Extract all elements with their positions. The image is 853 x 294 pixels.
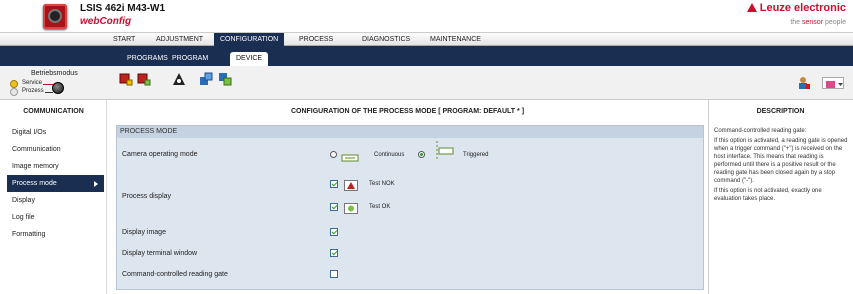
desc-paragraph-2: If this option is not activated, exactly… xyxy=(714,188,822,202)
mode-switch-knob[interactable] xyxy=(52,82,64,94)
top-navigation: START ADJUSTMENT CONFIGURATION PROCESS D… xyxy=(0,32,853,46)
triggered-icon xyxy=(432,140,456,167)
sidebar-item-image-memory[interactable]: Image memory xyxy=(7,158,104,175)
test-ok-checkbox[interactable] xyxy=(330,203,338,211)
sidebar-item-log-file[interactable]: Log file xyxy=(7,209,104,226)
download-button[interactable] xyxy=(218,72,232,86)
download-icon xyxy=(219,73,232,86)
nav-process[interactable]: PROCESS xyxy=(293,33,339,46)
test-ok-icon xyxy=(344,201,358,219)
continuous-label: Continuous xyxy=(374,152,405,158)
test-nok-label: Test NOK xyxy=(369,181,395,187)
process-label: Prozess xyxy=(22,88,44,94)
nav-start[interactable]: START xyxy=(107,33,141,46)
brand-logo: Leuze electronic xyxy=(746,2,846,14)
tab-program[interactable]: PROGRAM xyxy=(166,52,214,66)
camera-mode-label: Camera operating mode xyxy=(122,151,198,158)
sidebar-item-communication[interactable]: Communication xyxy=(7,141,104,158)
continuous-radio[interactable] xyxy=(330,151,337,158)
brand-tagline: the sensor people xyxy=(790,19,846,26)
process-display-label: Process display xyxy=(122,193,172,200)
save-to-device-button[interactable] xyxy=(119,72,133,86)
cmd-gate-checkbox[interactable] xyxy=(330,270,338,278)
triggered-label: Triggered xyxy=(463,152,489,158)
user-icon xyxy=(799,77,810,89)
process-mode-section: PROCESS MODE Camera operating mode Conti… xyxy=(116,125,704,290)
upload-icon xyxy=(200,72,213,85)
test-nok-checkbox[interactable] xyxy=(330,180,338,188)
nav-adjustment[interactable]: ADJUSTMENT xyxy=(150,33,209,46)
sub-navigation: PROGRAMS PROGRAM DEVICE xyxy=(0,46,853,66)
desc-heading: Command-controlled reading gate: xyxy=(714,128,807,134)
continuous-icon xyxy=(341,149,359,167)
warning-icon xyxy=(173,73,185,85)
process-led-icon xyxy=(10,88,18,96)
load-device-icon xyxy=(137,73,151,86)
tab-device[interactable]: DEVICE xyxy=(230,52,269,66)
sidebar-item-digital-ios[interactable]: Digital I/Os xyxy=(7,124,104,141)
triggered-radio[interactable] xyxy=(418,151,425,158)
load-from-device-button[interactable] xyxy=(137,72,151,86)
device-icon xyxy=(43,4,67,29)
sidebar-item-display[interactable]: Display xyxy=(7,192,104,209)
warning-button[interactable] xyxy=(172,72,186,86)
sidebar-item-formatting[interactable]: Formatting xyxy=(7,226,104,243)
process-line xyxy=(45,92,53,93)
service-label: Service xyxy=(22,80,43,86)
display-terminal-checkbox[interactable] xyxy=(330,249,338,257)
language-dropdown[interactable] xyxy=(822,77,844,89)
user-button[interactable] xyxy=(797,76,811,90)
left-panel-title: COMMUNICATION xyxy=(23,108,84,115)
toolbar: Betriebsmodus Service Prozess xyxy=(0,66,853,100)
app-name: webConfig xyxy=(80,16,132,27)
tagline-prefix: the xyxy=(790,19,803,26)
cmd-gate-label: Command-controlled reading gate xyxy=(122,271,228,278)
test-ok-label: Test OK xyxy=(369,204,391,210)
desc-paragraph-1: If this option is activated, a reading g… xyxy=(714,138,848,184)
device-name: LSIS 462i M43-W1 xyxy=(80,3,166,14)
left-nav-list: Digital I/Os Communication Image memory … xyxy=(7,124,104,243)
header: LSIS 462i M43-W1 webConfig Leuze electro… xyxy=(0,0,853,32)
app-window: { "header": { "device_name": "LSIS 462i … xyxy=(0,0,853,294)
upload-button[interactable] xyxy=(199,72,213,86)
description-title: DESCRIPTION xyxy=(756,108,805,115)
brand-name: Leuze electronic xyxy=(759,2,846,14)
service-led-icon xyxy=(10,80,18,88)
leuze-triangle-icon xyxy=(746,3,757,12)
section-header: PROCESS MODE xyxy=(117,126,703,138)
display-terminal-label: Display terminal window xyxy=(122,250,198,257)
nav-maintenance[interactable]: MAINTENANCE xyxy=(424,33,487,46)
center-panel-title: CONFIGURATION OF THE PROCESS MODE [ PROG… xyxy=(290,108,525,115)
description-text: Command-controlled reading gate: If this… xyxy=(714,127,850,205)
save-device-icon xyxy=(119,73,133,86)
nav-diagnostics[interactable]: DIAGNOSTICS xyxy=(356,33,416,46)
test-nok-icon xyxy=(344,178,358,196)
tagline-suffix: people xyxy=(823,19,846,26)
sidebar-item-process-mode[interactable]: Process mode xyxy=(7,175,104,192)
display-image-checkbox[interactable] xyxy=(330,228,338,236)
tagline-highlight: sensor xyxy=(802,19,824,26)
nav-configuration[interactable]: CONFIGURATION xyxy=(214,33,285,46)
display-image-label: Display image xyxy=(122,229,166,236)
flag-dropdown-icon xyxy=(826,81,843,88)
operating-mode-title: Betriebsmodus xyxy=(31,70,78,77)
